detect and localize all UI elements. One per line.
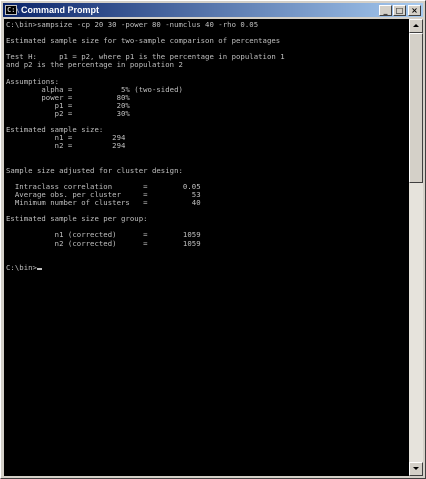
console-icon[interactable]: C:\ bbox=[5, 5, 20, 15]
window-title: Command Prompt bbox=[21, 5, 100, 15]
console-line: Estimated sample size per group: bbox=[6, 214, 148, 224]
text-cursor bbox=[36, 267, 42, 270]
scroll-down-button[interactable] bbox=[409, 462, 423, 476]
arrow-up-icon bbox=[413, 24, 419, 27]
console-text: C:\bin>sampsize -cp 20 30 -power 80 -num… bbox=[6, 20, 285, 272]
maximize-button[interactable]: □ bbox=[393, 4, 406, 16]
arrow-down-icon bbox=[413, 467, 419, 470]
scroll-up-button[interactable] bbox=[409, 19, 423, 33]
close-button[interactable]: × bbox=[408, 4, 421, 16]
console-icon-glyph: C:\ bbox=[7, 6, 20, 14]
console-line: Minimum number of clusters = 40 bbox=[6, 198, 201, 208]
console-line: C:\bin>sampsize -cp 20 30 -power 80 -num… bbox=[6, 20, 259, 29]
console-line: p2 = 30% bbox=[6, 109, 130, 119]
title-bar[interactable]: C:\ Command Prompt _ □ × bbox=[3, 3, 423, 17]
command-prompt-window: C:\ Command Prompt _ □ × C:\bin>sampsize… bbox=[0, 0, 426, 479]
console-line: Estimated sample size for two-sample com… bbox=[6, 36, 281, 46]
console-output-area[interactable]: C:\bin>sampsize -cp 20 30 -power 80 -num… bbox=[4, 19, 409, 476]
minimize-button[interactable]: _ bbox=[379, 4, 392, 16]
console-line: C:\bin> bbox=[6, 262, 37, 272]
vertical-scrollbar[interactable] bbox=[409, 19, 423, 476]
scrollbar-thumb[interactable] bbox=[409, 33, 423, 183]
console-line: and p2 is the percentage in population 2 bbox=[6, 60, 183, 70]
console-line: n2 = 294 bbox=[6, 141, 126, 151]
console-line: n2 (corrected) = 1059 bbox=[6, 238, 201, 248]
console-line: Sample size adjusted for cluster design: bbox=[6, 165, 183, 175]
